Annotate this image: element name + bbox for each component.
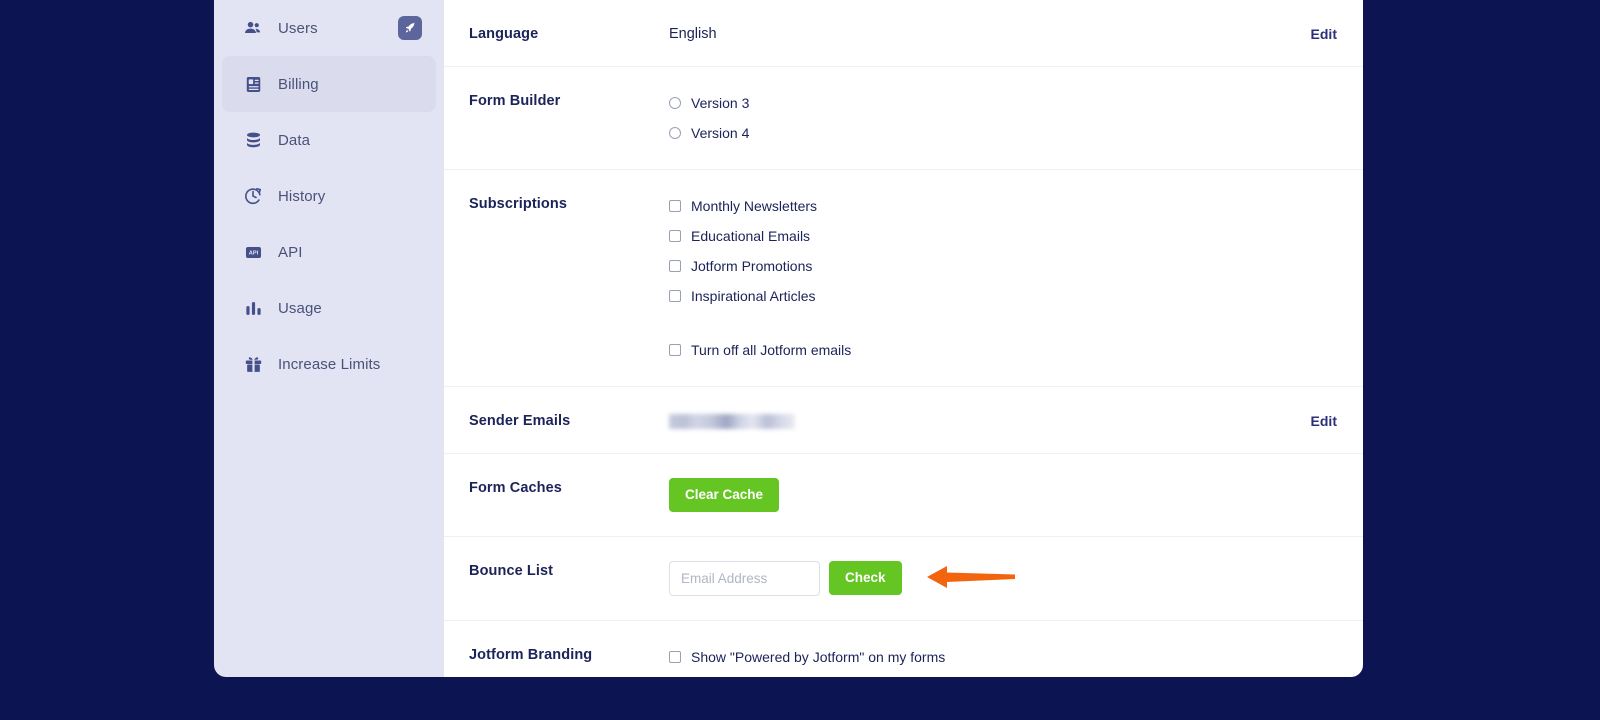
radio-label: Version 4 [691, 125, 750, 141]
checkbox-option-jotform-promotions[interactable]: Jotform Promotions [669, 254, 1337, 278]
users-icon [242, 17, 264, 39]
sidebar-item-label: Usage [278, 299, 322, 317]
sidebar-item-label: Users [278, 19, 318, 37]
clock-history-icon [242, 185, 264, 207]
edit-sender-emails-link[interactable]: Edit [1311, 411, 1337, 429]
checkbox-icon[interactable] [669, 230, 681, 242]
bar-chart-icon [242, 297, 264, 319]
radio-icon[interactable] [669, 127, 681, 139]
sidebar-item-increase-limits[interactable]: Increase Limits [222, 336, 436, 392]
checkbox-option-inspirational-articles[interactable]: Inspirational Articles [669, 284, 1337, 308]
settings-row-subscriptions: Subscriptions Monthly Newsletters Educat… [444, 170, 1363, 387]
api-icon: API [242, 241, 264, 263]
checkbox-label: Educational Emails [691, 228, 811, 244]
settings-row-jotform-branding: Jotform Branding Show "Powered by Jotfor… [444, 621, 1363, 678]
language-value: English [669, 26, 717, 42]
check-bounce-button[interactable]: Check [829, 561, 902, 595]
radio-label: Version 3 [691, 95, 750, 111]
sidebar-item-data[interactable]: Data [222, 112, 436, 168]
row-label: Jotform Branding [469, 646, 593, 663]
sidebar-item-label: History [278, 187, 326, 205]
sidebar-item-label: Increase Limits [278, 355, 381, 373]
checkbox-label: Turn off all Jotform emails [691, 342, 852, 358]
checkbox-option-turn-off-all-emails[interactable]: Turn off all Jotform emails [669, 338, 1337, 362]
checkbox-icon[interactable] [669, 344, 681, 356]
bounce-list-email-input[interactable] [669, 560, 820, 596]
svg-text:API: API [248, 250, 258, 256]
row-label: Form Builder [469, 93, 561, 109]
radio-icon[interactable] [669, 97, 681, 109]
sidebar-item-label: Billing [278, 75, 319, 93]
sender-emails-redacted-value [669, 414, 795, 429]
sidebar-item-usage[interactable]: Usage [222, 280, 436, 336]
sidebar-item-users[interactable]: Users [222, 0, 436, 56]
row-label: Subscriptions [469, 196, 567, 212]
settings-row-language: Language English Edit [444, 0, 1363, 67]
sidebar-item-label: API [278, 243, 303, 261]
checkbox-icon[interactable] [669, 200, 681, 212]
sidebar-item-api[interactable]: API API [222, 224, 436, 280]
settings-row-bounce-list: Bounce List Check [444, 537, 1363, 621]
checkbox-icon[interactable] [669, 290, 681, 302]
checkbox-label: Inspirational Articles [691, 288, 816, 304]
database-icon [242, 129, 264, 151]
row-label: Bounce List [469, 562, 554, 579]
gift-icon [242, 353, 264, 375]
clear-cache-button[interactable]: Clear Cache [669, 478, 780, 512]
row-label: Language [469, 26, 539, 42]
radio-option-version-4[interactable]: Version 4 [669, 121, 1337, 145]
sidebar-item-label: Data [278, 131, 311, 149]
radio-option-version-3[interactable]: Version 3 [669, 91, 1337, 115]
row-label: Sender Emails [469, 413, 571, 429]
sidebar-item-billing[interactable]: Billing [222, 56, 436, 112]
settings-row-form-builder: Form Builder Version 3 Version 4 [444, 67, 1363, 170]
rocket-icon[interactable] [398, 16, 422, 40]
checkbox-icon[interactable] [669, 650, 681, 663]
checkbox-option-monthly-newsletters[interactable]: Monthly Newsletters [669, 194, 1337, 218]
row-label: Form Caches [469, 480, 562, 496]
checkbox-label: Show "Powered by Jotform" on my forms [691, 648, 946, 665]
settings-row-form-caches: Form Caches Clear Cache [444, 454, 1363, 537]
checkbox-icon[interactable] [669, 260, 681, 272]
edit-language-link[interactable]: Edit [1311, 24, 1337, 42]
sidebar: Users Billing Data History API API Usage… [214, 0, 444, 677]
checkbox-option-educational-emails[interactable]: Educational Emails [669, 224, 1337, 248]
jotform-branding-checkbox[interactable]: Show "Powered by Jotform" on my forms [669, 645, 1337, 669]
app-window: Users Billing Data History API API Usage… [0, 0, 1600, 720]
sidebar-item-history[interactable]: History [222, 168, 436, 224]
checkbox-label: Jotform Promotions [691, 258, 813, 274]
settings-panel: Time Format 12 Hour Edit Language Englis… [444, 0, 1363, 677]
checkbox-label: Monthly Newsletters [691, 198, 818, 214]
settings-row-sender-emails: Sender Emails Edit [444, 387, 1363, 454]
billing-card-icon [242, 73, 264, 95]
